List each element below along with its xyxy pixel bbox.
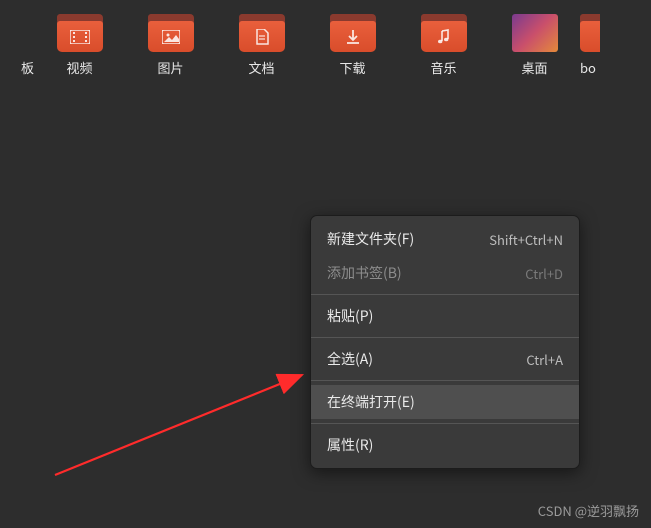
image-icon — [162, 30, 180, 44]
doc-icon — [255, 29, 269, 45]
desktop-icon-pictures[interactable]: 图片 — [125, 14, 216, 77]
menu-item-shortcut: Ctrl+D — [525, 264, 563, 283]
menu-item-paste[interactable]: 粘贴(P) — [311, 299, 579, 333]
music-icon — [437, 29, 451, 45]
icon-label: 音乐 — [430, 58, 456, 77]
menu-item-label: 粘贴(P) — [327, 306, 373, 326]
icon-label: 下载 — [339, 58, 365, 77]
menu-separator — [311, 380, 579, 381]
folder-icon — [330, 14, 376, 52]
desktop-icon-templates-partial[interactable]: 板 — [0, 14, 34, 77]
folder-icon — [421, 14, 467, 52]
video-icon — [70, 30, 90, 44]
menu-item-properties[interactable]: 属性(R) — [311, 428, 579, 462]
folder-icon — [148, 14, 194, 52]
icon-label: 图片 — [157, 58, 183, 77]
menu-item-open-terminal[interactable]: 在终端打开(E) — [311, 385, 579, 419]
icon-label: bo — [580, 58, 596, 77]
menu-item-label: 在终端打开(E) — [327, 392, 415, 412]
menu-separator — [311, 294, 579, 295]
icon-label: 视频 — [66, 58, 92, 77]
menu-item-add-bookmark: 添加书签(B) Ctrl+D — [311, 256, 579, 290]
menu-separator — [311, 337, 579, 338]
icon-label: 桌面 — [521, 58, 547, 77]
desktop-icon-videos[interactable]: 视频 — [34, 14, 125, 77]
menu-item-select-all[interactable]: 全选(A) Ctrl+A — [311, 342, 579, 376]
folder-icon — [239, 14, 285, 52]
watermark: CSDN @逆羽飘扬 — [538, 501, 639, 520]
desktop-icon-music[interactable]: 音乐 — [398, 14, 489, 77]
desktop-icon-bookmarks-partial[interactable]: bo — [580, 14, 616, 77]
menu-item-label: 属性(R) — [327, 435, 373, 455]
menu-item-shortcut: Ctrl+A — [526, 350, 563, 369]
desktop-icons-row: 板 视频 图片 文档 下载 音乐 桌面 bo — [0, 0, 651, 77]
desktop-folder-icon — [512, 14, 558, 52]
menu-item-new-folder[interactable]: 新建文件夹(F) Shift+Ctrl+N — [311, 222, 579, 256]
desktop-icon-downloads[interactable]: 下载 — [307, 14, 398, 77]
icon-label: 文档 — [248, 58, 274, 77]
menu-separator — [311, 423, 579, 424]
menu-item-label: 添加书签(B) — [327, 263, 402, 283]
icon-label: 板 — [21, 58, 34, 77]
desktop-icon-documents[interactable]: 文档 — [216, 14, 307, 77]
context-menu: 新建文件夹(F) Shift+Ctrl+N 添加书签(B) Ctrl+D 粘贴(P) 全选… — [310, 215, 580, 469]
folder-icon — [57, 14, 103, 52]
desktop-icon-desktop[interactable]: 桌面 — [489, 14, 580, 77]
menu-item-shortcut: Shift+Ctrl+N — [489, 230, 563, 249]
menu-item-label: 新建文件夹(F) — [327, 229, 414, 249]
menu-item-label: 全选(A) — [327, 349, 373, 369]
download-icon — [345, 29, 361, 45]
